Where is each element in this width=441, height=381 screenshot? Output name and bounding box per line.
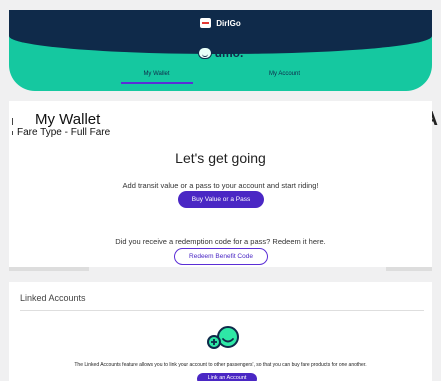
brand-name: DirIGo [216,18,241,28]
link-account-icon [207,326,239,349]
divider [20,310,424,311]
linked-accounts-description: The Linked Accounts feature allows you t… [74,362,367,368]
nav-tabs: My Wallet My Account [9,71,432,84]
fare-type: Fare Type - Full Fare [17,127,111,138]
linked-accounts-title: Linked Accounts [20,293,86,303]
umo-face-icon [197,47,212,59]
wallet-heading: Let's get going [175,150,266,166]
redeem-code-button[interactable]: Redeem Benefit Code [174,248,268,265]
top-bar: DirIGo [9,10,432,36]
redemption-text: Did you receive a redemption code for a … [115,237,326,246]
umo-logo-text: umo. [214,46,244,60]
scroll-shadow [386,267,432,271]
scroll-shadow [9,267,89,271]
add-value-text: Add transit value or a pass to your acco… [122,181,319,190]
tab-my-account[interactable]: My Account [249,71,321,84]
wallet-title: My Wallet [35,111,101,128]
link-account-button[interactable]: Link an Account [197,373,257,381]
app-header: umo. My Wallet My Account [9,36,432,91]
buy-value-button[interactable]: Buy Value or a Pass [178,191,264,208]
dirigo-logo-icon [200,18,212,28]
tab-my-wallet[interactable]: My Wallet [120,71,193,84]
text-cursor-mark [12,118,13,125]
text-cursor-mark [12,131,13,135]
umo-logo: umo. [9,46,432,60]
